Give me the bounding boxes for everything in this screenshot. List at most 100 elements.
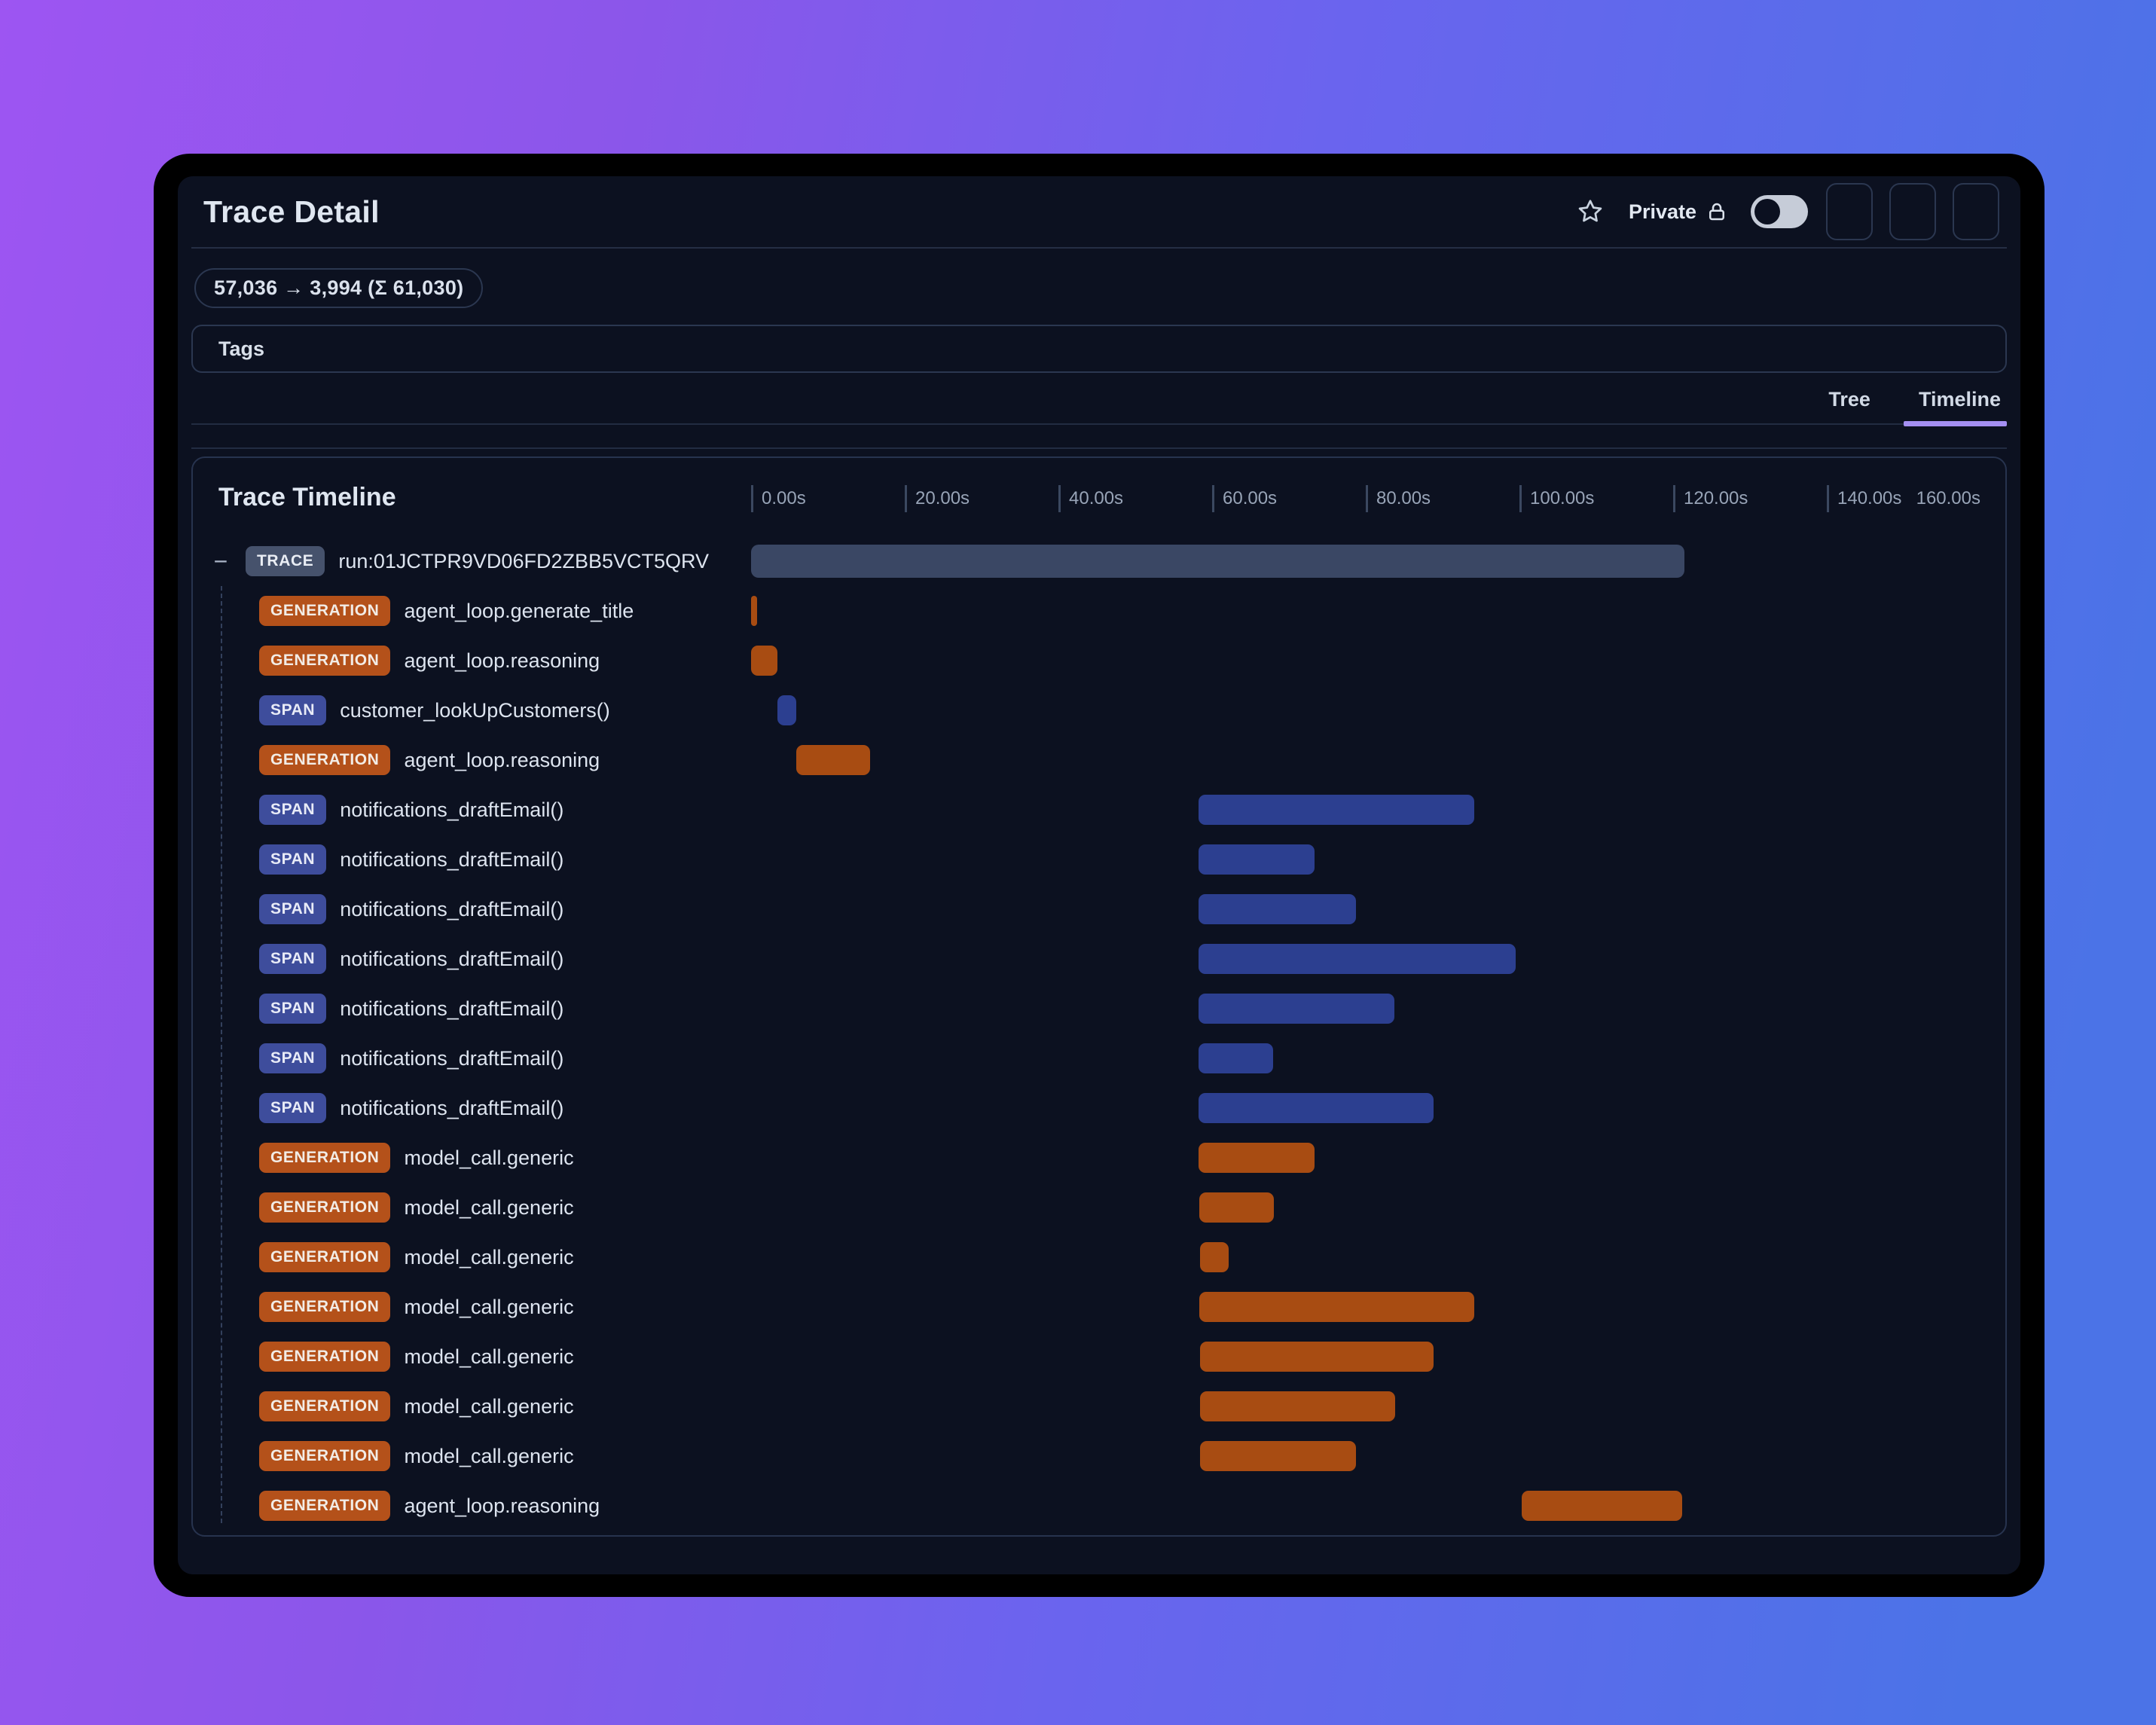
expand-all-button[interactable] (411, 478, 444, 517)
duration-bar[interactable] (1198, 994, 1394, 1024)
duration-bar[interactable] (1199, 1192, 1274, 1223)
timeline-row[interactable]: GENERATION model_call.generic (193, 1133, 2005, 1183)
star-icon[interactable] (1576, 197, 1605, 226)
collapse-down-button[interactable] (1889, 183, 1936, 240)
tab-tree[interactable]: Tree (1819, 388, 1870, 423)
observation-name: agent_loop.generate_title (404, 599, 634, 622)
timeline-row[interactable]: SPAN notifications_draftEmail() (193, 1033, 2005, 1083)
timeline-row[interactable]: GENERATION model_call.generic (193, 1282, 2005, 1332)
toggle-knob (1754, 199, 1780, 224)
lock-icon (1706, 200, 1728, 224)
axis-tick-label: 60.00s (1223, 488, 1278, 508)
row-label-group: GENERATION model_call.generic (193, 1342, 574, 1372)
duration-bar[interactable] (1199, 1441, 1356, 1471)
duration-bar[interactable] (1198, 944, 1516, 974)
duration-bar[interactable] (1198, 844, 1315, 875)
row-label-group: GENERATION model_call.generic (193, 1192, 574, 1223)
observation-type-badge: SPAN (259, 1043, 327, 1073)
timeline-row[interactable]: SPAN notifications_draftEmail() (193, 785, 2005, 835)
tab-timeline[interactable]: Timeline (1903, 388, 2008, 426)
observation-type-badge: SPAN (259, 795, 327, 825)
tags-container[interactable]: Tags (191, 325, 2007, 373)
timeline-row[interactable]: GENERATION agent_loop.reasoning (193, 1481, 2005, 1531)
axis-tick (751, 485, 753, 512)
token-usage-badge[interactable]: 57,036 → 3,994 (Σ 61,030) (194, 268, 484, 308)
delete-button[interactable] (1953, 183, 1999, 240)
timeline-header: Trace Timeline 0.00s 20.00s 40.00s 60.00s 80… (193, 458, 2005, 536)
timeline-row[interactable]: − TRACE run:01JCTPR9VD06FD2ZBB5VCT5QRV (193, 536, 2005, 586)
duration-bar[interactable] (751, 596, 758, 626)
observation-name: model_call.generic (404, 1345, 574, 1368)
observation-name: agent_loop.reasoning (404, 649, 600, 672)
timeline-rows: − TRACE run:01JCTPR9VD06FD2ZBB5VCT5QRV GENE… (193, 536, 2005, 1531)
row-label-group: GENERATION model_call.generic (193, 1292, 574, 1322)
duration-bar[interactable] (1522, 1491, 1683, 1521)
duration-bar[interactable] (1199, 1342, 1434, 1372)
timeline-row[interactable]: GENERATION model_call.generic (193, 1232, 2005, 1282)
privacy-setting: Private (1629, 200, 1728, 224)
observation-type-badge: GENERATION (259, 1391, 391, 1421)
timeline-row[interactable]: GENERATION model_call.generic (193, 1382, 2005, 1431)
axis-tick (1827, 485, 1829, 512)
observation-type-badge: GENERATION (259, 1491, 391, 1521)
timeline-row[interactable]: SPAN notifications_draftEmail() (193, 1083, 2005, 1133)
axis-tick-label: 0.00s (762, 488, 806, 508)
observation-type-badge: GENERATION (259, 1441, 391, 1471)
observation-name: model_call.generic (404, 1295, 574, 1318)
observation-type-badge: SPAN (259, 994, 327, 1024)
duration-bar[interactable] (1198, 795, 1474, 825)
duration-bar[interactable] (1199, 1391, 1395, 1421)
timeline-row[interactable]: GENERATION agent_loop.reasoning (193, 636, 2005, 685)
duration-bar[interactable] (777, 695, 797, 725)
observation-type-badge: GENERATION (259, 646, 391, 676)
axis-tick (1519, 485, 1522, 512)
row-label-group: SPAN customer_lookUpCustomers() (193, 695, 610, 725)
timeline-row[interactable]: SPAN notifications_draftEmail() (193, 884, 2005, 934)
axis-tick (1212, 485, 1214, 512)
observation-type-badge: TRACE (246, 546, 325, 576)
timeline-row[interactable]: SPAN notifications_draftEmail() (193, 984, 2005, 1033)
timeline-row[interactable]: SPAN notifications_draftEmail() (193, 835, 2005, 884)
row-label-group: SPAN notifications_draftEmail() (193, 994, 563, 1024)
duration-bar[interactable] (1198, 1043, 1273, 1073)
timeline-row[interactable]: GENERATION model_call.generic (193, 1332, 2005, 1382)
timeline-row[interactable]: GENERATION agent_loop.generate_title (193, 586, 2005, 636)
row-label-group: SPAN notifications_draftEmail() (193, 795, 563, 825)
duration-bar[interactable] (1199, 1292, 1474, 1322)
duration-bar[interactable] (1199, 1242, 1229, 1272)
observation-type-badge: GENERATION (259, 1242, 391, 1272)
header-buttons (1826, 183, 1999, 240)
axis-tick-label: 120.00s (1684, 488, 1748, 508)
collapse-up-button[interactable] (1826, 183, 1873, 240)
observation-name: agent_loop.reasoning (404, 1494, 600, 1517)
duration-bar[interactable] (751, 545, 1685, 578)
timeline-controls (411, 478, 488, 517)
collapse-all-button[interactable] (455, 478, 488, 517)
duration-bar[interactable] (796, 745, 871, 775)
row-label-group: SPAN notifications_draftEmail() (193, 1043, 563, 1073)
row-label-group: GENERATION model_call.generic (193, 1242, 574, 1272)
row-label-group: GENERATION agent_loop.generate_title (193, 596, 634, 626)
duration-bar[interactable] (1198, 1143, 1315, 1173)
timeline-row[interactable]: SPAN customer_lookUpCustomers() (193, 685, 2005, 735)
timeline-title: Trace Timeline (218, 482, 396, 511)
duration-bar[interactable] (1198, 1093, 1434, 1123)
privacy-label: Private (1628, 200, 1696, 223)
axis-tick (1673, 485, 1675, 512)
axis-tick (1366, 485, 1368, 512)
timeline-row[interactable]: GENERATION model_call.generic (193, 1183, 2005, 1232)
timeline-row[interactable]: SPAN notifications_draftEmail() (193, 934, 2005, 984)
window-header: Trace Detail Private (191, 176, 2007, 249)
privacy-toggle[interactable] (1751, 195, 1808, 228)
timeline-row[interactable]: GENERATION model_call.generic (193, 1431, 2005, 1481)
trace-detail-panel: Trace Detail Private 57,036 → 3,994 (Σ 6… (178, 176, 2020, 1574)
timeline-row[interactable]: GENERATION agent_loop.reasoning (193, 735, 2005, 785)
row-label-group: GENERATION model_call.generic (193, 1441, 574, 1471)
observation-name: run:01JCTPR9VD06FD2ZBB5VCT5QRV (338, 549, 710, 572)
duration-bar[interactable] (751, 646, 777, 676)
observation-name: notifications_draftEmail() (340, 1096, 564, 1119)
axis-tick (905, 485, 907, 512)
collapse-minus-icon[interactable]: − (209, 549, 232, 573)
duration-bar[interactable] (1198, 894, 1356, 924)
observation-name: model_call.generic (404, 1245, 574, 1269)
